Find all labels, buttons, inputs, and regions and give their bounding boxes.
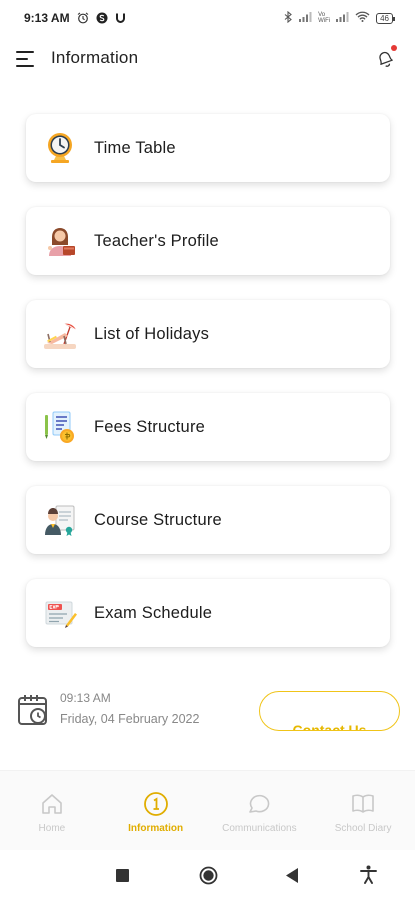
- nav-label: Home: [38, 823, 66, 834]
- menu-card-teachers-profile[interactable]: Teacher's Profile: [26, 207, 390, 275]
- notification-dot: [391, 45, 397, 51]
- accessibility-icon[interactable]: [360, 865, 377, 889]
- recent-apps-button[interactable]: [116, 869, 129, 887]
- information-menu: Time Table Teacher's Profile List of Hol…: [26, 114, 390, 672]
- datetime-contact-row: 09:13 AM Friday, 04 February 2022 Contac…: [16, 688, 400, 738]
- contact-us-button[interactable]: Contact Us: [259, 691, 400, 731]
- exam-icon: [42, 595, 78, 631]
- home-icon: [39, 791, 65, 817]
- menu-card-course-structure[interactable]: Course Structure: [26, 486, 390, 554]
- current-date: Friday, 04 February 2022: [60, 712, 200, 726]
- status-bar: 9:13 AM Vo WiFi 46: [0, 0, 415, 36]
- menu-card-time-table[interactable]: Time Table: [26, 114, 390, 182]
- menu-card-label: Course Structure: [94, 510, 222, 529]
- nav-item-school-diary[interactable]: School Diary: [311, 771, 415, 850]
- volte-label: Vo WiFi: [318, 12, 331, 24]
- nav-item-information[interactable]: Information: [104, 771, 208, 850]
- signal-icon: [299, 11, 312, 25]
- home-system-button[interactable]: [199, 866, 218, 890]
- signal-icon-2: [336, 11, 349, 25]
- beach-icon: [42, 316, 78, 352]
- menu-card-label: List of Holidays: [94, 324, 210, 343]
- nav-item-communications[interactable]: Communications: [208, 771, 312, 850]
- hamburger-menu-icon[interactable]: [16, 50, 36, 68]
- current-time: 09:13 AM: [60, 691, 111, 705]
- status-right: Vo WiFi 46: [284, 10, 395, 26]
- teacher-icon: [42, 223, 78, 259]
- fees-icon: [42, 409, 78, 445]
- menu-card-exam-schedule[interactable]: Exam Schedule: [26, 579, 390, 647]
- nav-label: Communications: [222, 823, 297, 834]
- contact-us-label: Contact Us: [292, 722, 367, 731]
- notification-bell-icon[interactable]: [373, 45, 397, 70]
- menu-card-label: Teacher's Profile: [94, 231, 219, 250]
- back-button[interactable]: [286, 868, 299, 888]
- system-nav-bar: [0, 850, 415, 900]
- app-header: Information: [0, 36, 415, 82]
- bluetooth-icon: [284, 10, 293, 26]
- nav-item-home[interactable]: Home: [0, 771, 104, 850]
- course-icon: [42, 502, 78, 538]
- nav-label: School Diary: [334, 823, 392, 834]
- info-icon: [143, 791, 169, 817]
- menu-card-label: Exam Schedule: [94, 603, 213, 622]
- menu-card-list-of-holidays[interactable]: List of Holidays: [26, 300, 390, 368]
- menu-card-fees-structure[interactable]: Fees Structure: [26, 393, 390, 461]
- battery-icon: 46: [376, 12, 395, 24]
- calendar-clock-icon: [16, 692, 52, 728]
- menu-card-label: Time Table: [94, 138, 176, 157]
- alarm-icon: [77, 12, 89, 24]
- app-notification-icon: [96, 12, 108, 24]
- status-left: 9:13 AM: [24, 11, 126, 25]
- bottom-nav: Home Information Communications School D…: [0, 770, 415, 850]
- menu-card-label: Fees Structure: [94, 417, 206, 436]
- wifi-icon: [355, 11, 370, 25]
- page-title: Information: [51, 48, 139, 67]
- u-app-icon: [115, 12, 126, 24]
- book-icon: [350, 791, 376, 817]
- chat-icon: [246, 791, 272, 817]
- status-time: 9:13 AM: [24, 11, 70, 25]
- clock-icon: [42, 130, 78, 166]
- nav-label: Information: [128, 823, 184, 834]
